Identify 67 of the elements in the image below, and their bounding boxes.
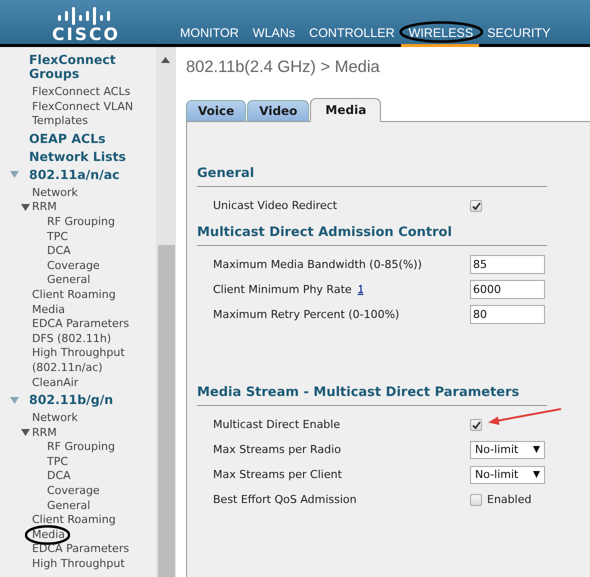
field-label: Multicast Direct Enable bbox=[213, 418, 340, 431]
sidebar-item[interactable]: RF Grouping bbox=[47, 214, 115, 230]
dropdown[interactable]: No-limit bbox=[470, 440, 545, 458]
section-heading: General bbox=[197, 166, 547, 187]
field-label: Maximum Retry Percent (0-100%) bbox=[213, 308, 400, 321]
sidebar-item[interactable]: DCA bbox=[47, 244, 71, 259]
sidebar-item[interactable]: Media bbox=[32, 302, 66, 318]
sidebar-item[interactable]: EDCA Parameters bbox=[32, 317, 130, 332]
sidebar-item[interactable]: TPC bbox=[47, 454, 68, 470]
sidebar-item[interactable]: FlexConnect VLAN Templates bbox=[32, 100, 140, 129]
sidebar-item[interactable]: Network bbox=[32, 186, 78, 200]
logo-text: CISCO bbox=[52, 26, 120, 44]
sidebar-item[interactable]: TPC bbox=[47, 230, 68, 244]
menu-item[interactable]: SECURITY bbox=[479, 0, 556, 44]
menu-item[interactable]: WIRELESS bbox=[400, 0, 480, 44]
field-label: Best Effort QoS Admission bbox=[213, 493, 357, 506]
sidebar-heading[interactable]: Network Lists bbox=[0, 150, 126, 164]
sidebar-item[interactable]: Client Roaming bbox=[32, 288, 116, 303]
scrollbar-thumb[interactable] bbox=[158, 245, 175, 577]
field-label: Max Streams per Client bbox=[213, 468, 342, 481]
section-heading: Multicast Direct Admission Control bbox=[197, 225, 547, 246]
caret-icon bbox=[533, 446, 540, 453]
sidebar-item[interactable]: RRM bbox=[32, 200, 57, 215]
collapse-arrow-icon[interactable] bbox=[20, 204, 30, 212]
sidebar-item[interactable]: High Throughput (802.11n/ac) bbox=[32, 346, 140, 376]
sidebar-item[interactable]: General bbox=[47, 273, 90, 288]
section-heading: Media Stream - Multicast Direct Parameters bbox=[197, 385, 547, 406]
checkbox-caption: Enabled bbox=[487, 493, 532, 506]
sidebar-heading[interactable]: FlexConnect Groups bbox=[0, 53, 155, 81]
collapse-arrow-icon[interactable] bbox=[20, 429, 30, 436]
sidebar-heading[interactable]: 802.11a/n/ac bbox=[29, 168, 120, 182]
field-label: Client Minimum Phy Rate bbox=[213, 283, 352, 296]
sidebar-item[interactable]: Coverage bbox=[47, 258, 100, 274]
input-field[interactable]: 80 bbox=[470, 305, 545, 324]
sidebar-item[interactable]: Network bbox=[32, 411, 78, 426]
tab[interactable]: Video bbox=[247, 100, 310, 121]
menu-item[interactable]: WLANs bbox=[244, 0, 302, 44]
sidebar-item[interactable]: Client Roaming bbox=[32, 513, 116, 528]
sidebar-item[interactable]: Coverage bbox=[47, 484, 100, 499]
field-label: Max Streams per Radio bbox=[213, 443, 341, 456]
checkbox[interactable] bbox=[470, 418, 482, 430]
help-link-icon[interactable] bbox=[356, 284, 364, 294]
sidebar-item[interactable]: CleanAir bbox=[32, 376, 78, 390]
page-title: 802.11b(2.4 GHz) > Media bbox=[186, 58, 381, 78]
caret-icon bbox=[533, 471, 540, 478]
tab[interactable]: Media bbox=[310, 98, 382, 122]
sidebar-item[interactable]: DCA bbox=[47, 469, 71, 484]
checkbox[interactable] bbox=[470, 200, 482, 212]
dropdown[interactable]: No-limit bbox=[470, 466, 545, 484]
menu-item[interactable]: MONITOR bbox=[172, 0, 245, 44]
sidebar-item[interactable]: EDCA Parameters bbox=[32, 542, 130, 558]
input-field[interactable]: 6000 bbox=[470, 280, 545, 299]
field-label: Maximum Media Bandwidth (0-85(%)) bbox=[213, 258, 422, 271]
sidebar-heading[interactable]: 802.11b/g/n bbox=[29, 393, 114, 408]
sidebar-item[interactable]: FlexConnect ACLs bbox=[32, 85, 130, 100]
checkbox[interactable] bbox=[470, 494, 482, 506]
sidebar-item[interactable]: General bbox=[47, 498, 90, 514]
sidebar-item[interactable]: RF Grouping bbox=[47, 440, 115, 455]
sidebar-heading[interactable]: OEAP ACLs bbox=[0, 132, 106, 146]
sidebar-item[interactable]: DFS (802.11h) bbox=[32, 332, 112, 346]
field-label: Unicast Video Redirect bbox=[213, 199, 338, 212]
sidebar-item[interactable]: RRM bbox=[32, 426, 57, 440]
scroll-up-icon[interactable] bbox=[161, 57, 170, 63]
input-field[interactable]: 85 bbox=[470, 255, 545, 274]
sidebar-item[interactable]: High Throughput bbox=[32, 557, 125, 572]
menu-item[interactable]: CONTROLLER bbox=[301, 0, 401, 44]
tab[interactable]: Voice bbox=[186, 100, 246, 121]
